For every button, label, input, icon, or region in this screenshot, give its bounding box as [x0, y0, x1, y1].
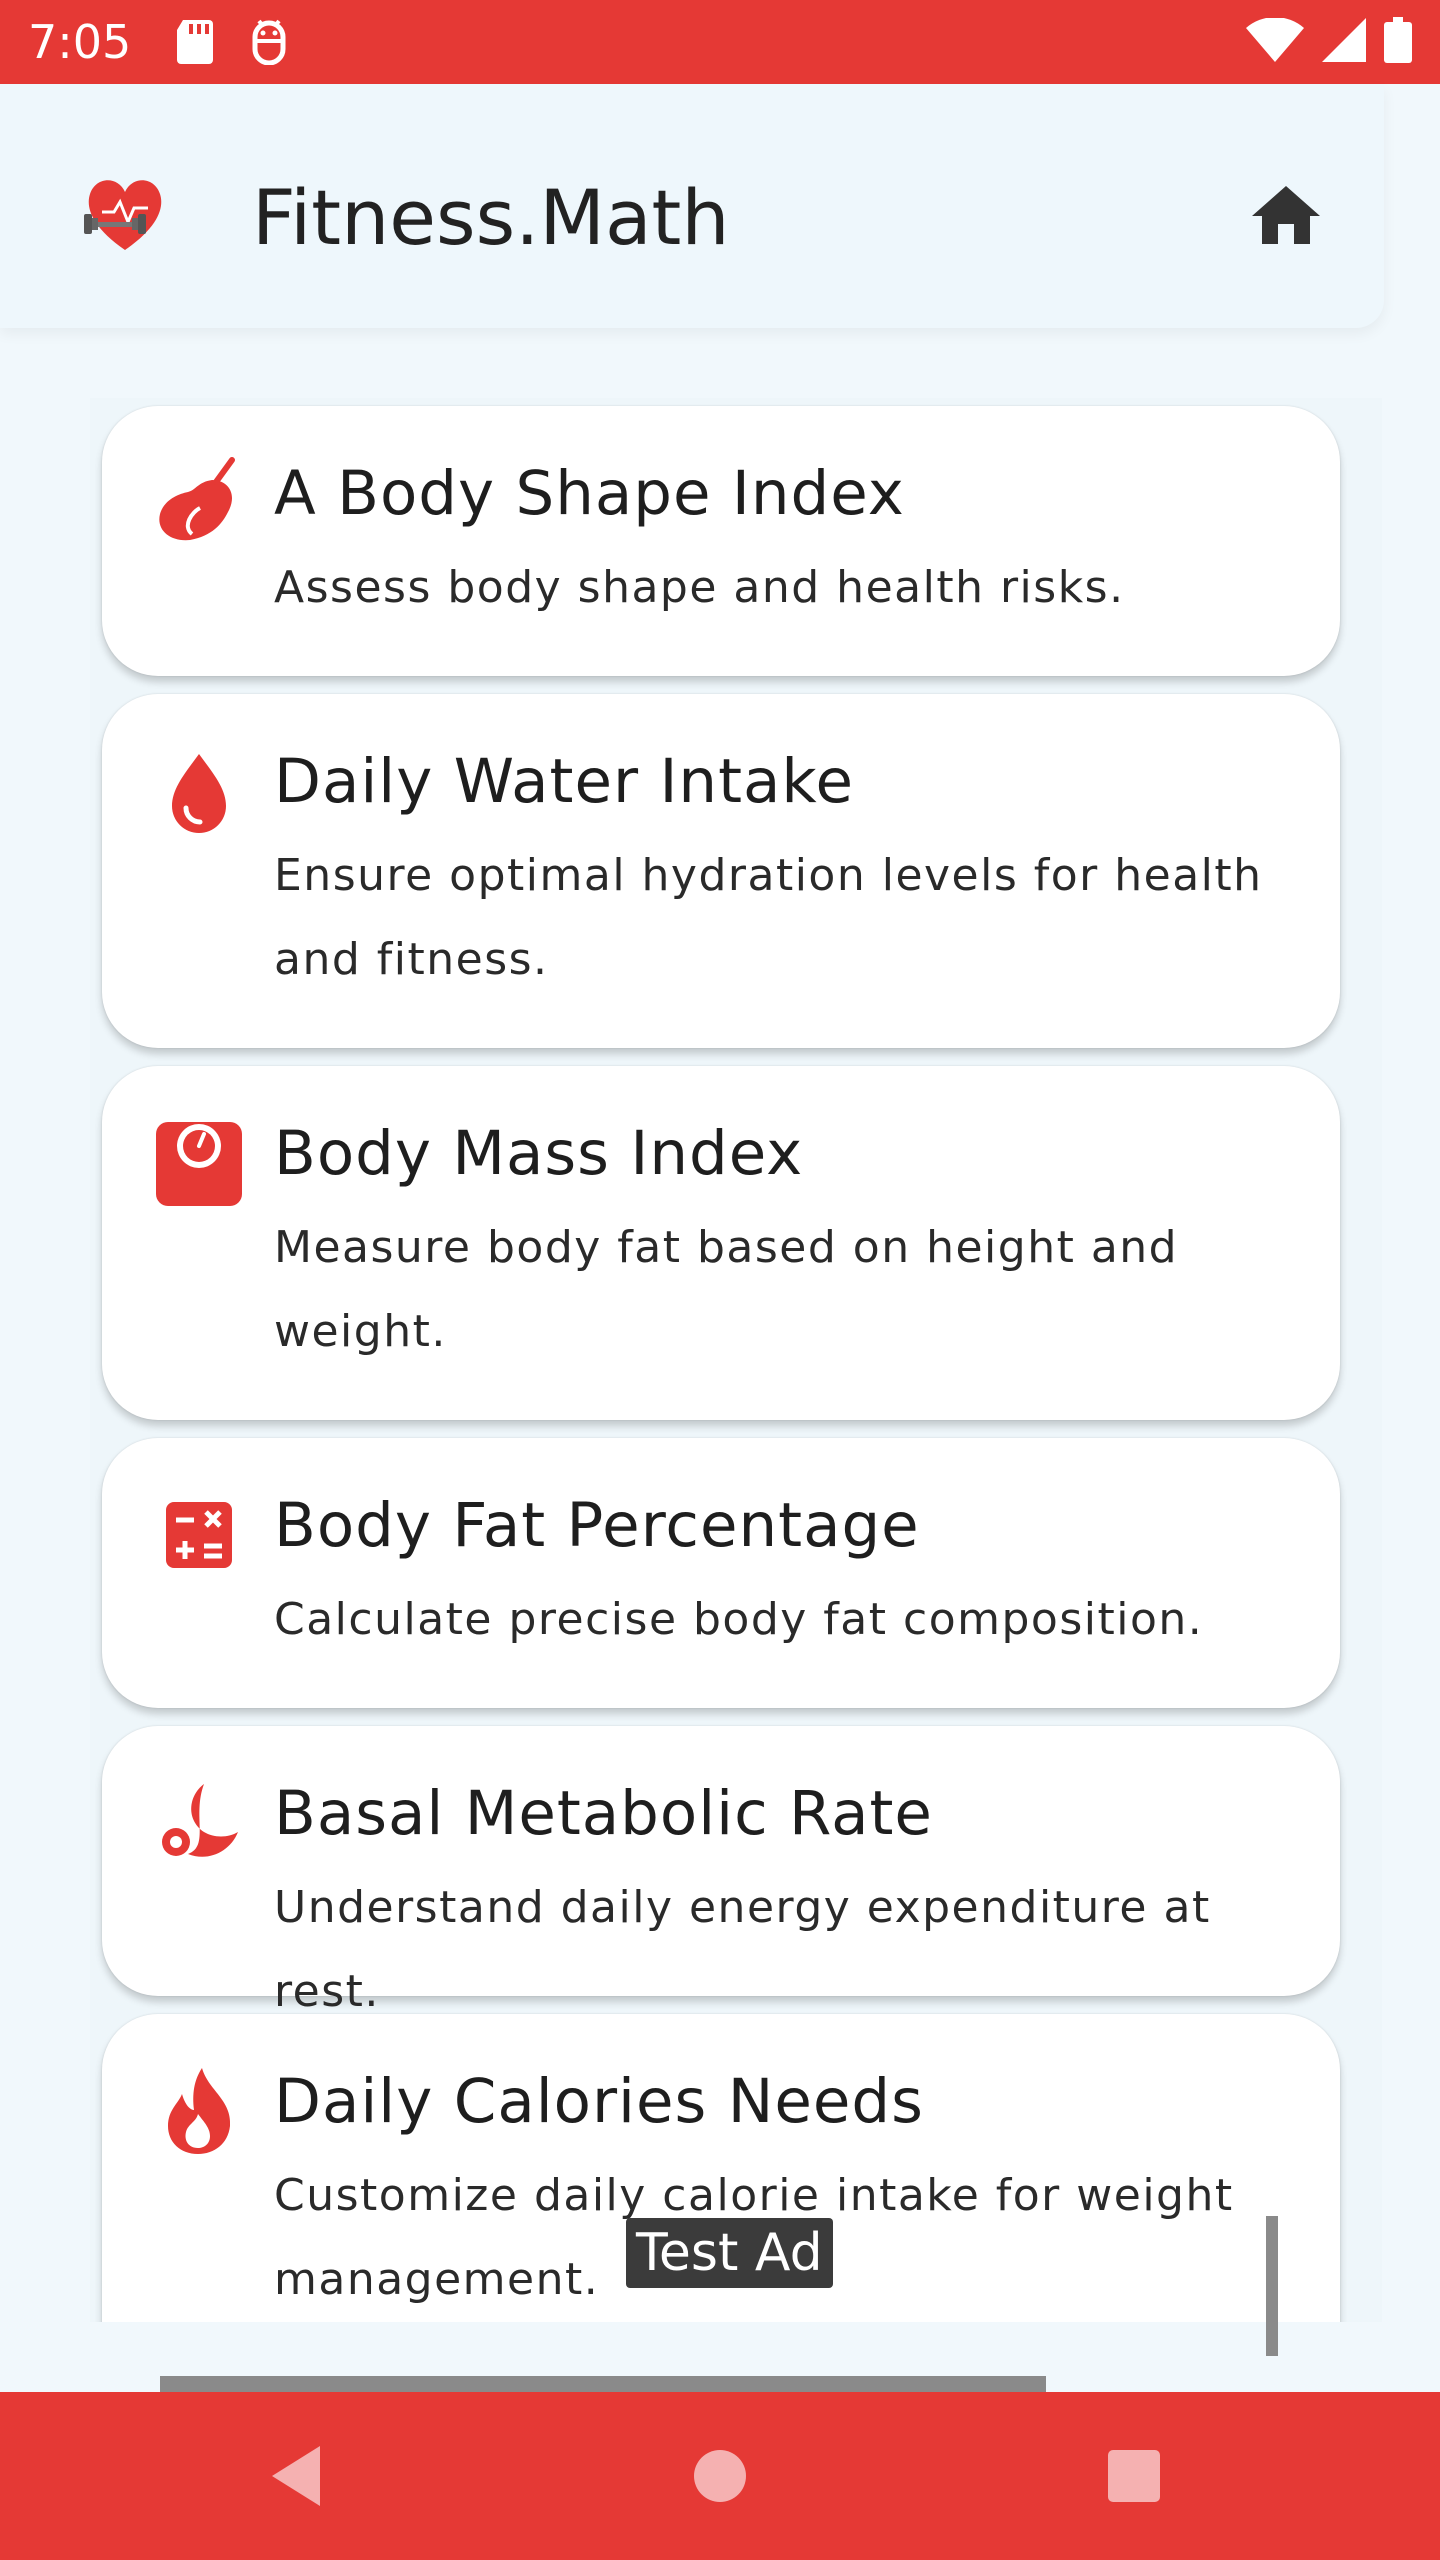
- android-debug-icon: [249, 19, 289, 65]
- card-title: Basal Metabolic Rate: [274, 1778, 933, 1849]
- water-drop-icon: [152, 744, 246, 838]
- card-title: Body Fat Percentage: [274, 1490, 920, 1561]
- back-icon[interactable]: [262, 2436, 342, 2516]
- status-time: 7:05: [28, 15, 132, 69]
- home-icon[interactable]: [1250, 180, 1322, 252]
- card-body-fat-percentage[interactable]: Body Fat Percentage Calculate precise bo…: [102, 1438, 1340, 1708]
- system-nav-bar: [0, 2392, 1440, 2560]
- card-description: Understand daily energy expenditure at r…: [274, 1882, 1211, 2017]
- cell-signal-icon: [1322, 17, 1366, 67]
- app-bar: Fitness.Math: [0, 84, 1384, 328]
- horizontal-scroll-indicator[interactable]: [160, 2376, 1046, 2392]
- scale-icon: [152, 1116, 246, 1210]
- card-body-shape-index[interactable]: A Body Shape Index Assess body shape and…: [102, 406, 1340, 676]
- flame-icon: [152, 2064, 246, 2158]
- card-description: Assess body shape and health risks.: [274, 562, 1125, 613]
- test-ad-label[interactable]: Test Ad: [626, 2218, 833, 2288]
- battery-icon: [1384, 16, 1412, 68]
- card-title: Daily Calories Needs: [274, 2066, 924, 2137]
- home-circle-icon[interactable]: [680, 2436, 760, 2516]
- card-basal-metabolic-rate[interactable]: Basal Metabolic Rate Understand daily en…: [102, 1726, 1340, 2017]
- card-title: A Body Shape Index: [274, 458, 905, 529]
- card-title: Daily Water Intake: [274, 746, 855, 817]
- heart-dumbbell-logo: [80, 176, 170, 252]
- card-title: Body Mass Index: [274, 1118, 804, 1189]
- app-title: Fitness.Math: [252, 173, 730, 262]
- recents-icon[interactable]: [1094, 2436, 1174, 2516]
- status-bar: 7:05: [0, 0, 1440, 84]
- card-daily-water-intake[interactable]: Daily Water Intake Ensure optimal hydrat…: [102, 694, 1340, 1048]
- wifi-icon: [1246, 16, 1304, 67]
- calculator-icon: [152, 1488, 246, 1582]
- vertical-scroll-indicator[interactable]: [1266, 2216, 1278, 2356]
- card-body-mass-index[interactable]: Body Mass Index Measure body fat based o…: [102, 1066, 1340, 1420]
- card-description: Measure body fat based on height and wei…: [274, 1222, 1179, 1357]
- card-description: Ensure optimal hydration levels for heal…: [274, 850, 1263, 985]
- sd-card-icon: [175, 20, 215, 64]
- moon-rest-icon: [152, 1776, 246, 1870]
- calculator-list[interactable]: A Body Shape Index Assess body shape and…: [0, 398, 1440, 2322]
- card-description: Calculate precise body fat composition.: [274, 1594, 1204, 1645]
- pear-icon: [152, 456, 246, 550]
